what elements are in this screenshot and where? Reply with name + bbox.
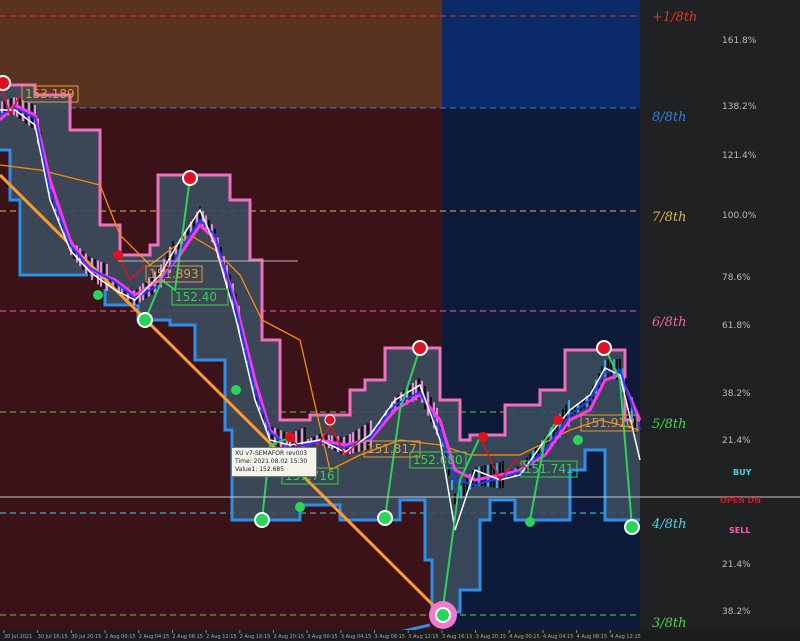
buy-signal-dot	[93, 290, 103, 300]
price-label: 151.910	[584, 416, 634, 430]
x-tick-label: 2 Aug 12:15	[206, 634, 237, 640]
sell-signal-dot	[478, 432, 488, 442]
buy-signal-marker	[624, 519, 640, 535]
x-tick-label: 2 Aug 00:15	[105, 634, 136, 640]
buy-signal-marker	[377, 510, 393, 526]
x-tick-label: 4 Aug 04:15	[543, 634, 574, 640]
tooltip-line-2: Time: 2021.08.02 15:30	[235, 458, 308, 465]
buy-signal-dot	[573, 435, 583, 445]
level-label-plus1: +1/8th	[652, 10, 697, 25]
tooltip-line-1: XU v7-SEMAFOR rev003	[235, 450, 308, 457]
x-tick-label: 4 Aug 00:15	[509, 634, 540, 640]
buy-signal-dot	[295, 502, 305, 512]
x-tick-label: 2 Aug 20:15	[273, 634, 304, 640]
price-label: 151.741	[524, 462, 574, 476]
fibo-label: 38.2%	[722, 389, 751, 399]
sell-signal-dot	[324, 414, 336, 426]
buy-signal-marker	[254, 512, 270, 528]
x-tick-label: 3 Aug 12:15	[408, 634, 439, 640]
buy-signal-dot	[525, 517, 535, 527]
fibo-label: 21.4%	[722, 436, 751, 446]
buy-label: BUY	[733, 468, 752, 477]
fibo-label: 161.8%	[722, 36, 757, 46]
level-label-8: 8/8th	[652, 110, 687, 125]
x-tick-label: 3 Aug 00:15	[307, 634, 338, 640]
price-chart[interactable]: 153.189 151.893 152.40 151.817 152.080 1…	[0, 0, 800, 641]
x-tick-label: 3 Aug 16:15	[442, 634, 473, 640]
sell-label: SELL	[729, 526, 750, 535]
buy-signal-big-marker-inner	[435, 607, 451, 623]
fibo-label: 100.0%	[722, 211, 757, 221]
x-tick-label: 30 Jul 2021	[4, 634, 32, 640]
level-label-5: 5/8th	[652, 417, 687, 432]
fibo-label: 121.4%	[722, 151, 757, 161]
x-tick-label: 2 Aug 08:15	[172, 634, 203, 640]
x-tick-label: 3 Aug 08:15	[375, 634, 406, 640]
x-tick-label: 4 Aug 08:15	[577, 634, 608, 640]
price-label: 152.080	[413, 453, 463, 467]
level-label-7: 7/8th	[652, 210, 687, 225]
fibo-label: 21.4%	[722, 560, 751, 570]
level-label-6: 6/8th	[652, 315, 687, 330]
sell-signal-dot	[113, 250, 123, 260]
open-label: OPEN DN	[720, 496, 761, 505]
sell-signal-marker	[182, 170, 198, 186]
sell-signal-dot	[285, 432, 295, 442]
x-tick-label: 30 Jul 16:15	[38, 634, 68, 640]
indicator-tooltip: XU v7-SEMAFOR rev003 Time: 2021.08.02 15…	[231, 447, 317, 477]
fibo-label: 78.6%	[722, 273, 751, 283]
x-tick-label: 3 Aug 04:15	[341, 634, 372, 640]
sell-signal-dot	[553, 415, 563, 425]
buy-signal-dot	[231, 385, 241, 395]
x-tick-label: 2 Aug 04:15	[139, 634, 170, 640]
price-label: 153.189	[25, 87, 75, 101]
fibo-label: 38.2%	[722, 607, 751, 617]
x-tick-label: 3 Aug 20:15	[476, 634, 507, 640]
buy-signal-marker	[137, 312, 153, 328]
sell-signal-marker	[412, 340, 428, 356]
fibo-label: 61.8%	[722, 321, 751, 331]
x-tick-label: 2 Aug 16:15	[240, 634, 271, 640]
x-tick-label: 4 Aug 12:15	[610, 634, 641, 640]
fibo-label: 138.2%	[722, 102, 757, 112]
price-label: 151.893	[149, 267, 199, 281]
sell-signal-marker	[596, 340, 612, 356]
tooltip-line-3: Value1: 152.685	[235, 466, 285, 473]
level-label-4: 4/8th	[651, 517, 687, 532]
sell-signal-marker	[0, 75, 11, 91]
x-tick-label: 30 Jul 20:15	[71, 634, 101, 640]
level-label-3: 3/8th	[652, 616, 687, 631]
price-label: 152.40	[175, 290, 217, 304]
price-label: 151.817	[367, 442, 417, 456]
